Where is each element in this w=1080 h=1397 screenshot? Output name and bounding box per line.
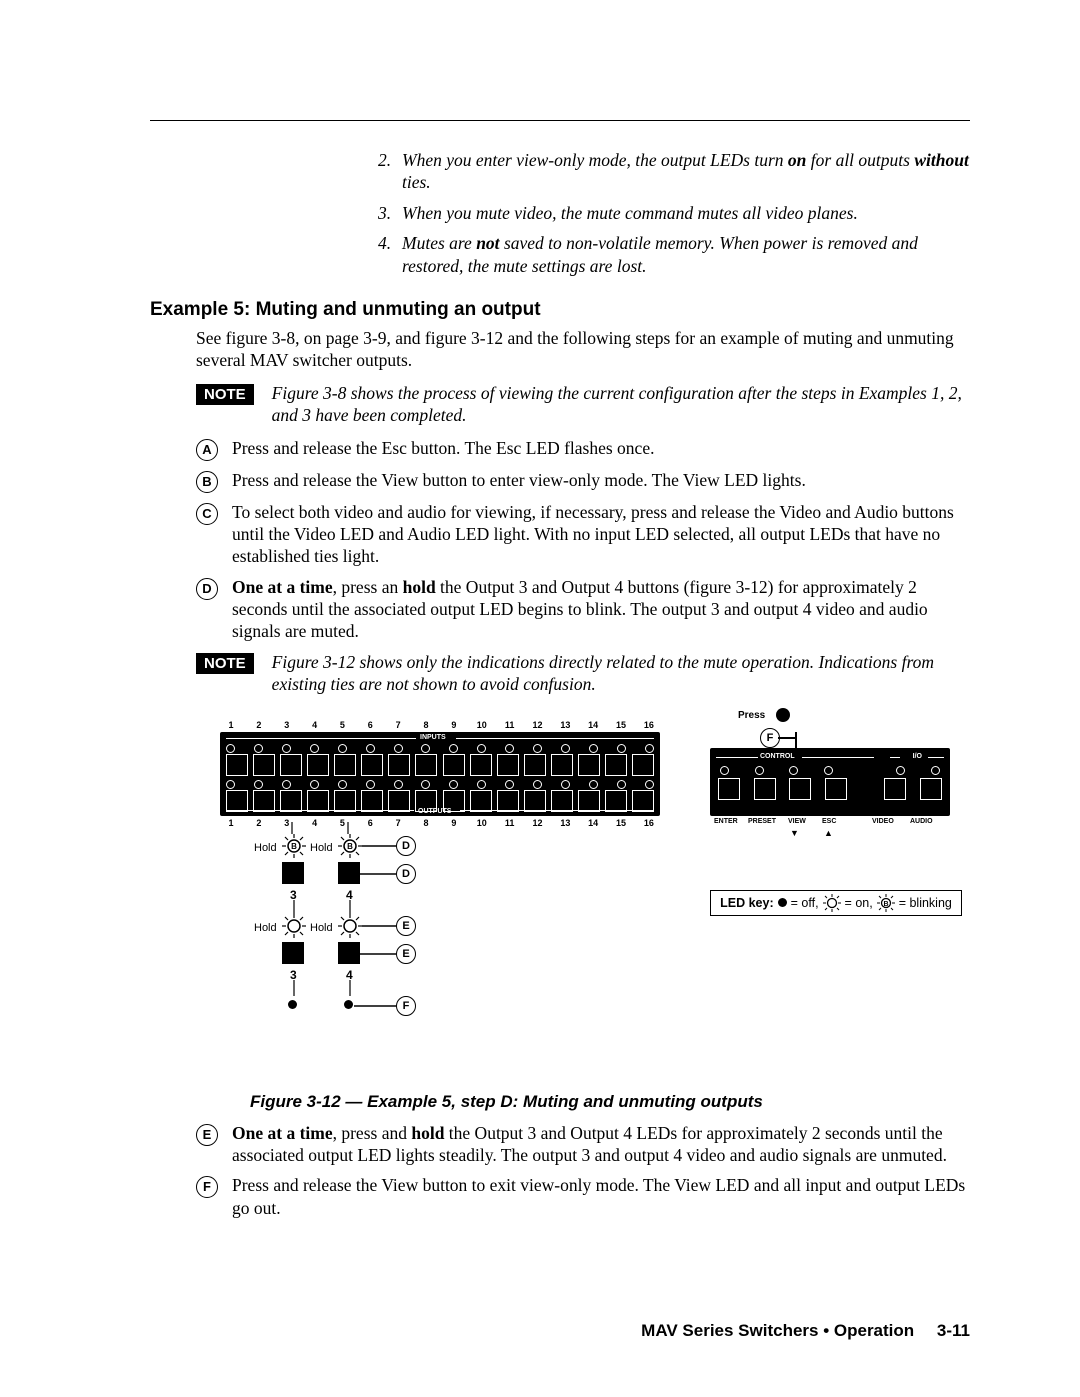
panel-diagram: Press F VIEW CONTROL I/O [220,710,980,1080]
step-c: C To select both video and audio for vie… [150,501,970,568]
step-a: A Press and release the Esc button. The … [150,437,970,461]
intro-paragraph: See figure 3-8, on page 3-9, and figure … [150,327,970,372]
marker-f: F [396,996,416,1016]
led-icon [720,766,729,775]
off-led-icon [344,1000,353,1009]
marker-d: D [396,864,416,884]
rule-top [150,120,970,121]
step-e: E One at a time, press and hold the Outp… [150,1122,970,1167]
led-key-legend: LED key: = off, = on, B = blinking [710,890,962,916]
marker-e: E [396,916,416,936]
step-b: B Press and release the View button to e… [150,469,970,493]
on-led-icon [823,894,841,912]
section-heading: Example 5: Muting and unmuting an output [150,299,970,321]
page-footer: MAV Series Switchers • Operation 3-11 [641,1321,970,1341]
svg-text:B: B [883,901,888,908]
step-letter: C [196,503,218,525]
off-led-icon [778,898,787,907]
note-2: 2.When you enter view-only mode, the out… [150,149,970,194]
off-led-icon [288,1000,297,1009]
step-letter: F [196,1176,218,1198]
control-panel: CONTROL I/O [710,748,950,816]
on-led-icon [338,914,362,938]
step-d: D One at a time, press an hold the Outpu… [150,576,970,643]
figure-caption: Figure 3-12 — Example 5, step D: Muting … [250,1092,970,1112]
top-notes: 2.When you enter view-only mode, the out… [150,149,970,277]
step-letter: D [196,578,218,600]
output-button-icon [338,942,360,964]
output-button-icon [282,942,304,964]
note-3: 3.When you mute video, the mute command … [150,202,970,224]
step-letter: B [196,471,218,493]
step-letter: E [196,1124,218,1146]
note-block-2: NOTE Figure 3-12 shows only the indicati… [150,651,970,696]
note-block-1: NOTE Figure 3-8 shows the process of vie… [150,382,970,427]
step-letter: A [196,439,218,461]
note-badge: NOTE [196,653,254,674]
figure-3-12: Press F VIEW CONTROL I/O [150,710,970,1112]
page: 2.When you enter view-only mode, the out… [0,0,1080,1397]
note-badge: NOTE [196,384,254,405]
marker-e: E [396,944,416,964]
note-text: Figure 3-8 shows the process of viewing … [272,382,970,427]
io-panel: INPUTS OUTPUTS [220,732,660,816]
note-4: 4.Mutes are not saved to non-volatile me… [150,232,970,277]
press-dot-icon [776,708,790,722]
press-label: Press [738,710,765,721]
panel-button [718,778,740,800]
blink-led-icon: B [877,894,895,912]
on-led-icon [282,914,306,938]
note-text: Figure 3-12 shows only the indications d… [272,651,970,696]
step-f: F Press and release the View button to e… [150,1174,970,1219]
marker-d: D [396,836,416,856]
marker-f: F [760,728,780,748]
